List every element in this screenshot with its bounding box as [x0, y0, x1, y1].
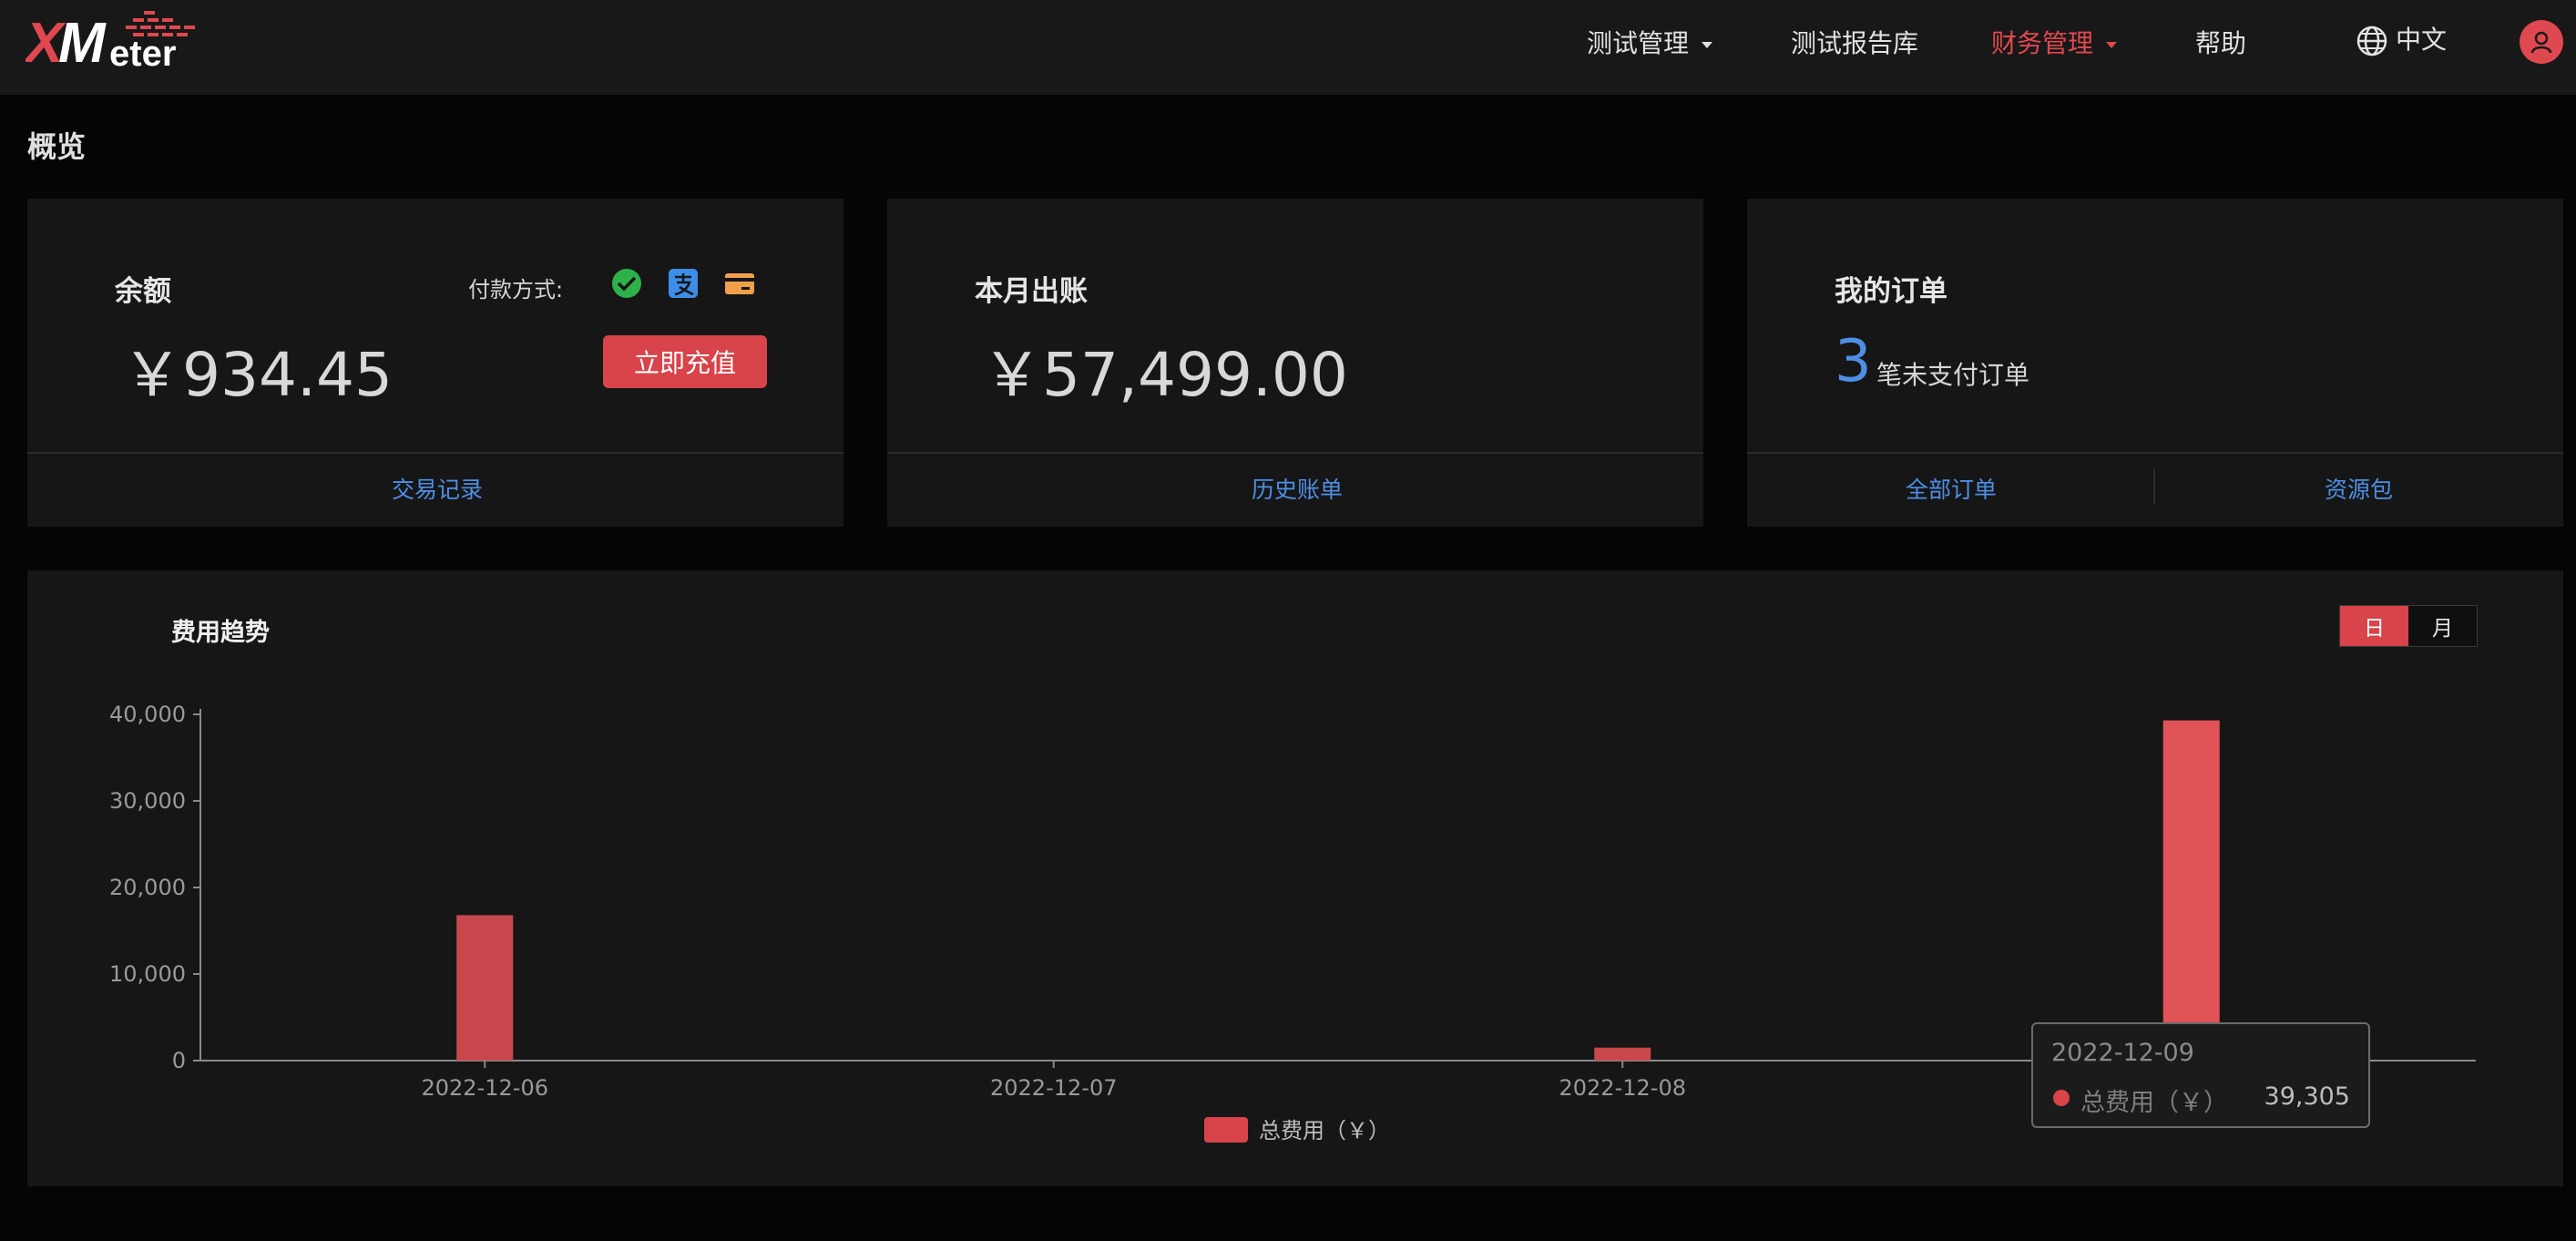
- language-label: 中文: [2396, 25, 2448, 55]
- monthly-billing-amount: ￥57,499.00: [982, 340, 1348, 410]
- card-divider: [27, 452, 843, 454]
- nav-finance-management[interactable]: 财务管理: [1991, 24, 2118, 60]
- x-tick-label: 2022-12-07: [990, 1075, 1117, 1101]
- balance-card: 余额 付款方式: ￥934.45 立即充值 交易记录: [27, 199, 843, 527]
- cost-trend-panel: 费用趋势 日 月 0 10,000 20,000 30,000 40,000 2022-1…: [27, 570, 2563, 1186]
- y-tick-label: 0: [172, 1048, 186, 1073]
- nav-test-report-library[interactable]: 测试报告库: [1791, 24, 1918, 60]
- chevron-down-icon: [1702, 41, 1713, 48]
- tooltip-date: 2022-12-09: [2051, 1039, 2194, 1067]
- x-tick-label: 2022-12-08: [1559, 1075, 1686, 1101]
- bar-2022-12-06: [456, 915, 514, 1061]
- legend-swatch: [1204, 1117, 1248, 1143]
- globe-icon: [2356, 26, 2387, 56]
- resource-package-link[interactable]: 资源包: [2325, 472, 2393, 505]
- user-avatar[interactable]: [2520, 20, 2563, 64]
- nav-help-label: 帮助: [2195, 28, 2247, 58]
- unpaid-order-count[interactable]: 3: [1835, 328, 1872, 395]
- y-tick-label: 20,000: [109, 875, 186, 900]
- alipay-icon[interactable]: [667, 268, 700, 299]
- legend-label: 总费用（￥）: [1259, 1118, 1390, 1144]
- chevron-down-icon: [2106, 41, 2118, 48]
- monthly-billing-title: 本月出账: [975, 275, 1088, 308]
- balance-amount: ￥934.45: [122, 340, 393, 410]
- y-tick-label: 40,000: [109, 702, 186, 727]
- nav-test-report-library-label: 测试报告库: [1791, 28, 1919, 58]
- billing-history-link[interactable]: 历史账单: [1252, 472, 1343, 505]
- recharge-now-button[interactable]: 立即充值: [603, 335, 767, 388]
- transaction-records-link[interactable]: 交易记录: [392, 472, 483, 505]
- bar-2022-12-08: [1594, 1047, 1651, 1061]
- svg-text:M: M: [58, 12, 107, 71]
- page-title: 概览: [27, 129, 87, 164]
- top-nav-bar: X M eter 测试管理 测试报告库 财务管理 帮助 中文: [0, 0, 2576, 95]
- y-tick-label: 30,000: [109, 788, 186, 814]
- tooltip-series-name: 总费用（￥）: [2080, 1089, 2228, 1117]
- card-divider: [1747, 452, 2563, 454]
- chart-tooltip: 2022-12-09 总费用（￥） 39,305: [2031, 1022, 2370, 1128]
- svg-text:eter: eter: [109, 34, 176, 71]
- payment-method-label: 付款方式:: [468, 277, 564, 303]
- wechat-pay-icon[interactable]: [610, 268, 643, 299]
- all-orders-link[interactable]: 全部订单: [1906, 472, 1997, 505]
- my-orders-card: 我的订单 3 笔未支付订单 全部订单 资源包: [1747, 199, 2563, 527]
- y-tick-label: 10,000: [109, 961, 186, 987]
- nav-test-management-label: 测试管理: [1587, 28, 1690, 58]
- nav-help[interactable]: 帮助: [2195, 24, 2246, 60]
- tooltip-series-dot: [2053, 1090, 2070, 1106]
- unpaid-order-text: 笔未支付订单: [1876, 360, 2030, 390]
- nav-test-management[interactable]: 测试管理: [1587, 24, 1713, 60]
- bank-card-icon[interactable]: [723, 268, 756, 299]
- xmeter-logo[interactable]: X M eter: [26, 7, 199, 71]
- language-switcher[interactable]: 中文: [2356, 20, 2447, 57]
- user-icon: [2530, 31, 2552, 54]
- monthly-billing-card: 本月出账 ￥57,499.00 历史账单: [887, 199, 1703, 527]
- balance-title: 余额: [115, 275, 171, 308]
- tooltip-value: 39,305: [2264, 1082, 2350, 1111]
- x-tick-label: 2022-12-06: [422, 1075, 548, 1101]
- my-orders-title: 我的订单: [1835, 275, 1947, 308]
- bar-2022-12-09: [2162, 720, 2220, 1061]
- card-divider: [887, 452, 1703, 454]
- nav-finance-management-label: 财务管理: [1991, 28, 2094, 58]
- footer-separator: [2153, 468, 2155, 505]
